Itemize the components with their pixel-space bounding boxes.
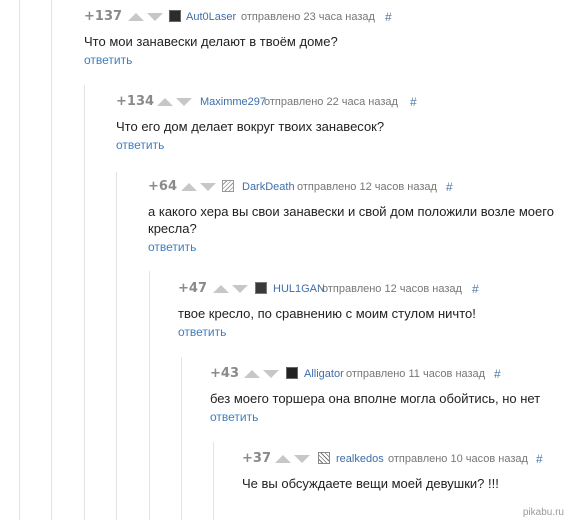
permalink-hash[interactable]: # xyxy=(410,92,417,112)
vote-controls xyxy=(157,98,199,108)
downvote-icon[interactable] xyxy=(294,455,310,463)
thread-line xyxy=(181,357,182,520)
thread-line xyxy=(116,172,117,520)
dark-avatar-icon[interactable] xyxy=(286,367,298,379)
username-link[interactable]: realkedos xyxy=(336,449,384,469)
timestamp: отправлено 22 часа назад xyxy=(264,96,398,108)
comment: +134 Maximme297 отправлено 22 часа назад… xyxy=(116,92,556,154)
vote-controls xyxy=(181,183,223,193)
vote-controls xyxy=(275,455,317,465)
comment-meta: +47 HUL1GAN отправлено 12 часов назад # xyxy=(178,279,558,299)
reply-link[interactable]: ответить xyxy=(84,53,132,67)
vote-controls xyxy=(244,370,286,380)
timestamp: отправлено 11 часов назад xyxy=(346,368,486,380)
comment-text: Что мои занавески делают в твоём доме? xyxy=(84,34,338,49)
upvote-icon[interactable] xyxy=(128,13,144,21)
upvote-icon[interactable] xyxy=(275,455,291,463)
downvote-icon[interactable] xyxy=(147,13,163,21)
permalink-hash[interactable]: # xyxy=(446,177,453,197)
username-link[interactable]: Aut0Laser xyxy=(186,7,236,27)
upvote-icon[interactable] xyxy=(157,98,173,106)
vote-controls xyxy=(128,13,170,23)
comment-text: твое кресло, по сравнению с моим стулом … xyxy=(178,306,476,321)
sketch-avatar-icon[interactable] xyxy=(222,180,234,192)
reply-link[interactable]: ответить xyxy=(116,138,164,152)
upvote-icon[interactable] xyxy=(181,183,197,191)
reply-link[interactable]: ответить xyxy=(178,325,226,339)
username-link[interactable]: Alligator xyxy=(304,364,344,384)
comment: +37 realkedos отправлено 10 часов назад … xyxy=(242,449,562,492)
timestamp: отправлено 10 часов назад xyxy=(388,453,528,465)
comment-text: Что его дом делает вокруг твоих занавесо… xyxy=(116,119,385,134)
comment: +64 DarkDeath отправлено 12 часов назад … xyxy=(148,177,558,256)
vote-controls xyxy=(213,285,255,295)
permalink-hash[interactable]: # xyxy=(536,449,543,469)
permalink-hash[interactable]: # xyxy=(472,279,479,299)
downvote-icon[interactable] xyxy=(232,285,248,293)
comment: +43 Alligator отправлено 11 часов назад … xyxy=(210,364,560,426)
timestamp: отправлено 12 часов назад xyxy=(322,283,462,295)
comment-text: Че вы обсуждаете вещи моей девушки? !!! xyxy=(242,476,499,491)
downvote-icon[interactable] xyxy=(263,370,279,378)
permalink-hash[interactable]: # xyxy=(385,7,392,27)
watermark: pikabu.ru xyxy=(522,507,564,518)
permalink-hash[interactable]: # xyxy=(494,364,501,384)
thread-line xyxy=(19,0,20,520)
username-link[interactable]: DarkDeath xyxy=(242,177,295,197)
thread-line xyxy=(51,0,52,520)
sketch-avatar-icon[interactable] xyxy=(318,452,330,464)
rating: +64 xyxy=(148,179,177,194)
comment-text: а какого хера вы свои занавески и свой д… xyxy=(148,204,554,236)
dark-avatar-icon[interactable] xyxy=(255,282,267,294)
rating: +37 xyxy=(242,451,271,466)
rating: +137 xyxy=(84,9,123,24)
rating: +43 xyxy=(210,366,239,381)
comment-text: без моего торшера она вполне могла обойт… xyxy=(210,391,541,406)
username-link[interactable]: HUL1GAN xyxy=(273,279,325,299)
upvote-icon[interactable] xyxy=(213,285,229,293)
robot-avatar-icon[interactable] xyxy=(169,10,181,22)
upvote-icon[interactable] xyxy=(244,370,260,378)
comment-meta: +134 Maximme297 отправлено 22 часа назад… xyxy=(116,92,556,112)
comment: +47 HUL1GAN отправлено 12 часов назад # … xyxy=(178,279,558,341)
comment-meta: +43 Alligator отправлено 11 часов назад … xyxy=(210,364,560,384)
downvote-icon[interactable] xyxy=(176,98,192,106)
username-link[interactable]: Maximme297 xyxy=(200,92,266,112)
rating: +134 xyxy=(116,94,155,109)
thread-line xyxy=(84,85,85,520)
thread-line xyxy=(149,271,150,520)
comment-meta: +64 DarkDeath отправлено 12 часов назад … xyxy=(148,177,558,197)
reply-link[interactable]: ответить xyxy=(210,410,258,424)
timestamp: отправлено 23 часа назад xyxy=(241,11,375,23)
downvote-icon[interactable] xyxy=(200,183,216,191)
comment-meta: +137 Aut0Laser отправлено 23 часа назад … xyxy=(84,7,554,27)
reply-link[interactable]: ответить xyxy=(148,240,196,254)
comment: +137 Aut0Laser отправлено 23 часа назад … xyxy=(84,7,554,69)
comment-meta: +37 realkedos отправлено 10 часов назад … xyxy=(242,449,562,469)
thread-line xyxy=(213,442,214,520)
timestamp: отправлено 12 часов назад xyxy=(297,181,437,193)
rating: +47 xyxy=(178,281,207,296)
